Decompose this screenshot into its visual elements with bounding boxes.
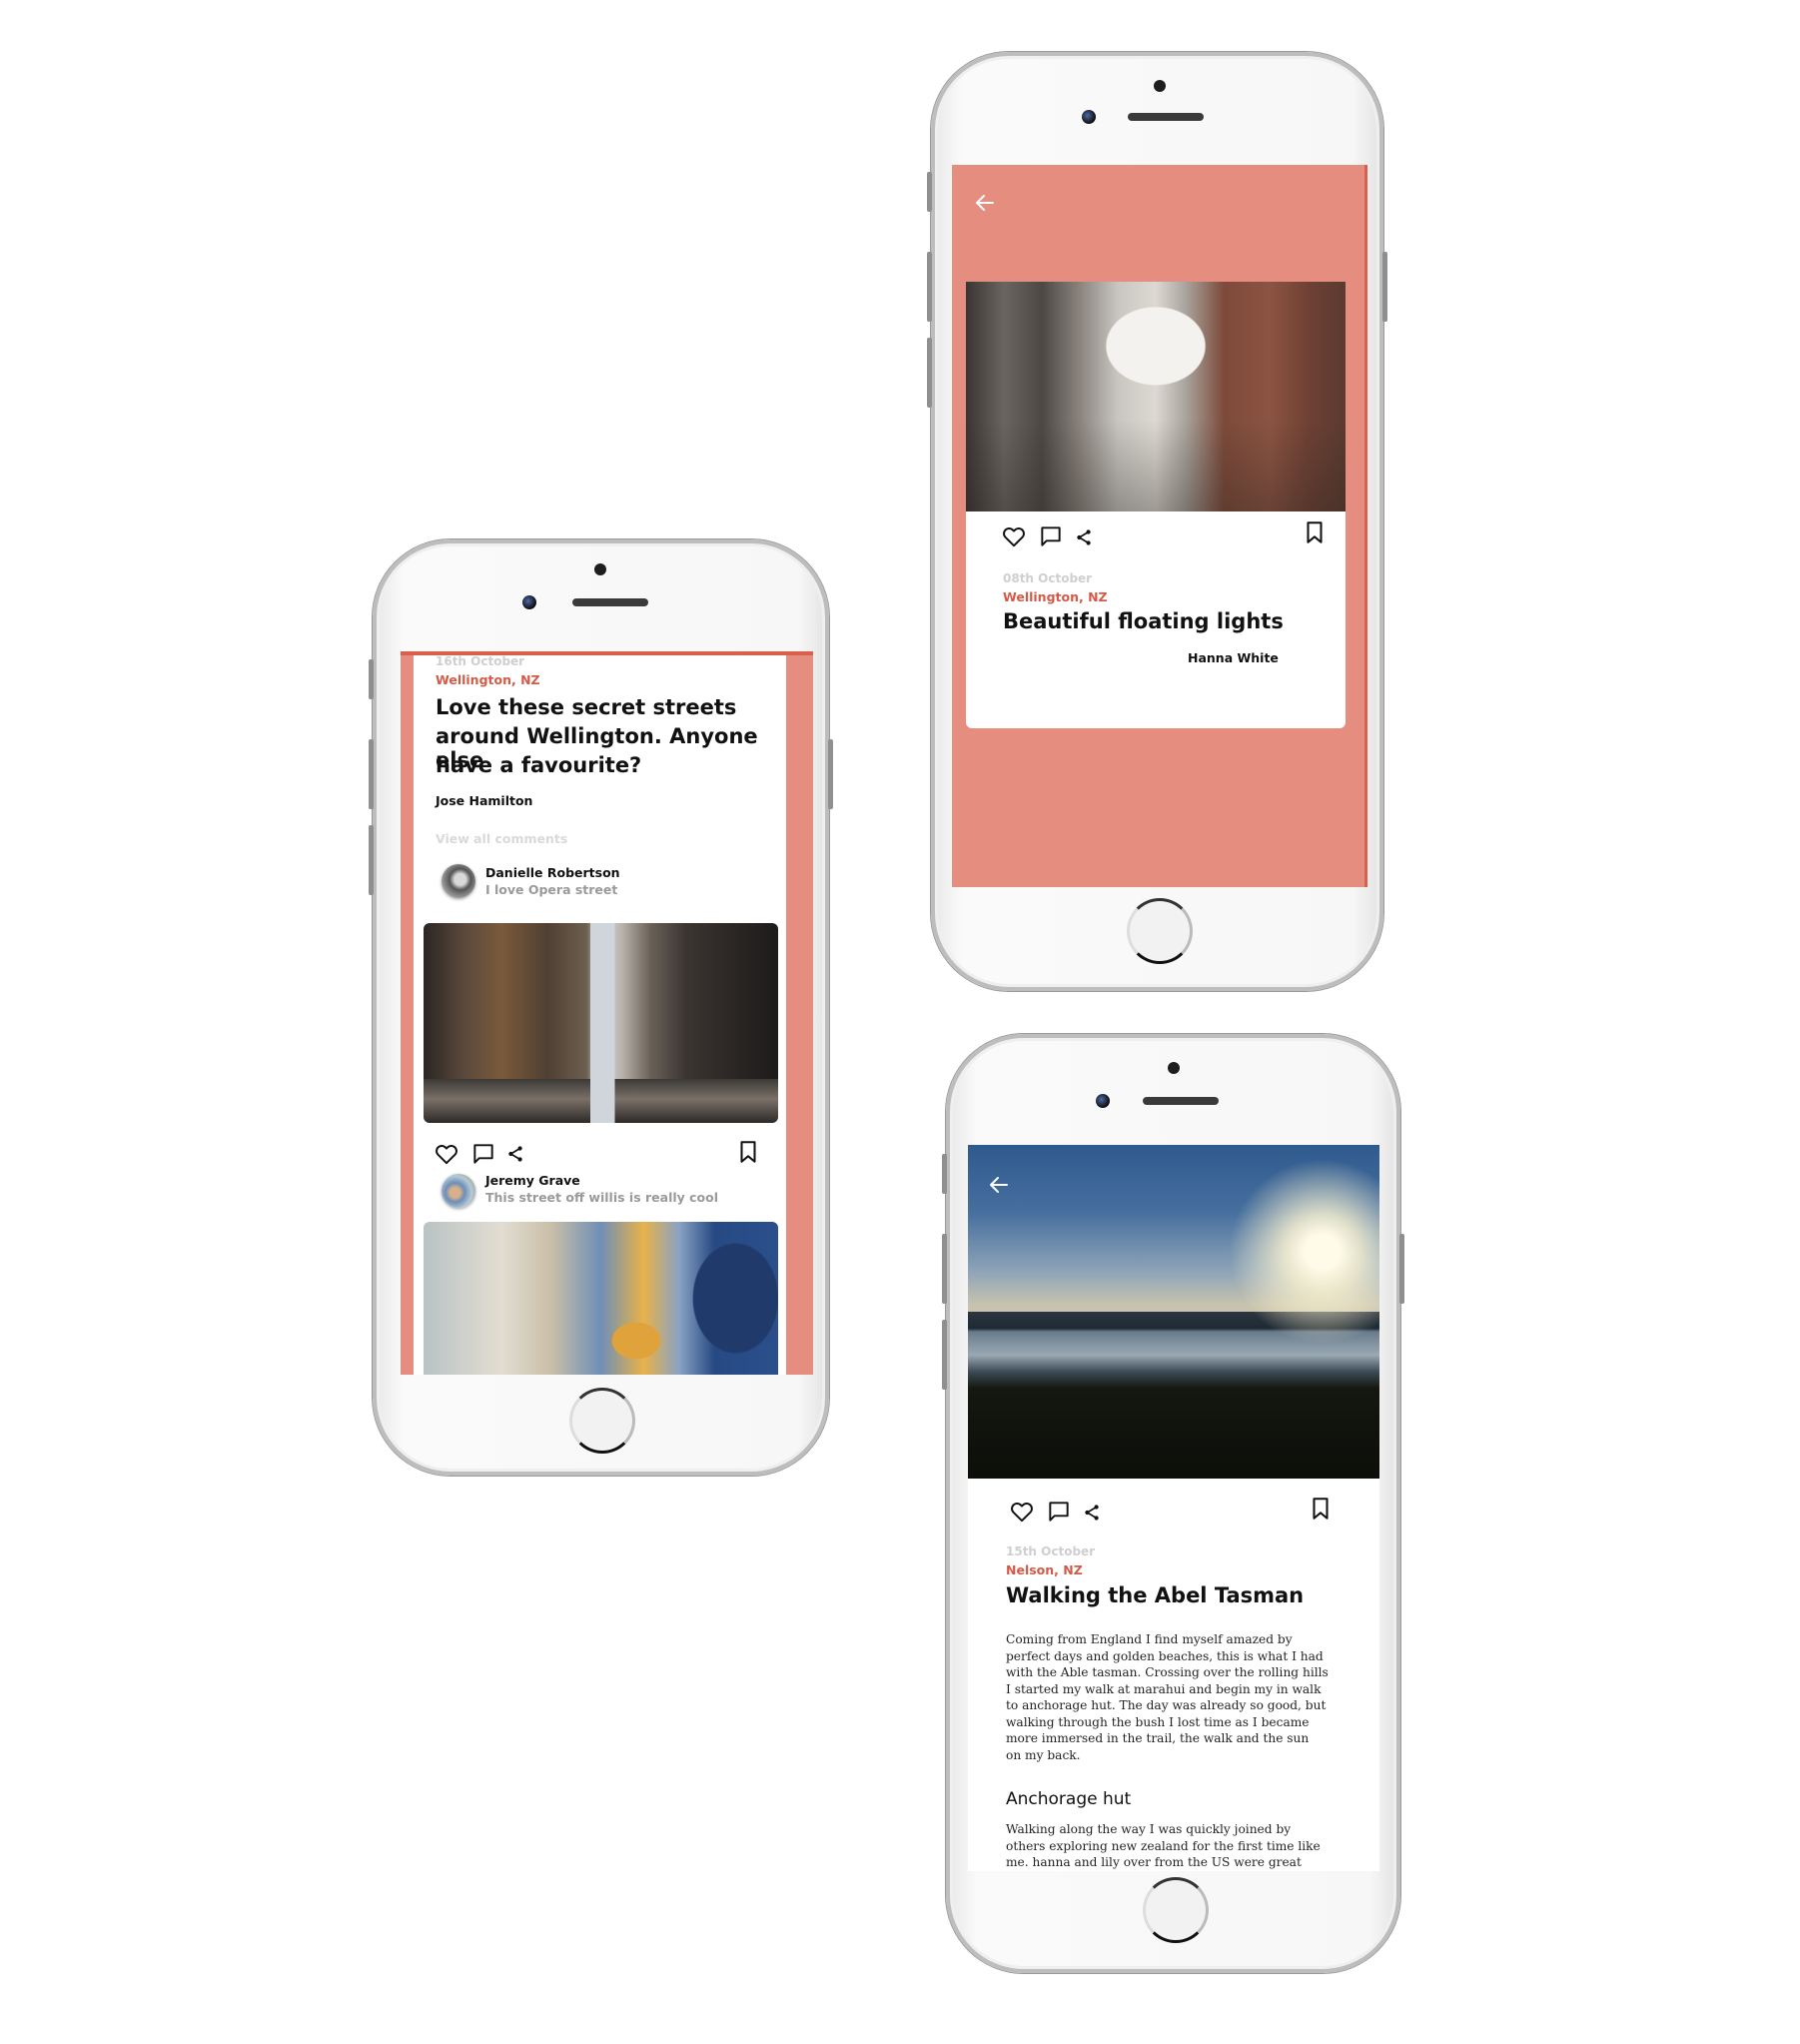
mural-photo[interactable] [424,1222,778,1375]
post-date: 16th October [436,654,525,668]
silent-switch [927,172,932,212]
post-author[interactable]: Jose Hamilton [436,793,532,808]
jeremy-avatar[interactable] [442,1174,475,1208]
comment-author[interactable]: Danielle Robertson [485,865,620,880]
paragraph-line: perfect days and golden beaches, this is… [1006,1648,1324,1663]
paragraph-line: Coming from England I find myself amazed… [1006,1632,1293,1646]
paragraph-line: with the Able tasman. Crossing over the … [1006,1665,1329,1679]
comment-text: I love Opera street [485,882,618,897]
volume-up-button [369,739,374,809]
paragraph-line: more immersed in the trail, the walk and… [1006,1731,1310,1745]
like-button[interactable] [1001,523,1027,549]
share-button[interactable] [1081,1502,1103,1524]
front-camera [522,595,536,609]
comment-text: This street off willis is really cool [485,1190,719,1205]
comment-button[interactable] [1038,523,1064,549]
alley-photo[interactable] [424,923,778,1123]
share-icon [504,1143,526,1165]
share-icon [1073,526,1095,548]
front-camera [1096,1094,1110,1108]
share-button[interactable] [1073,526,1095,548]
post-date: 15th October [1006,1544,1096,1558]
earpiece [572,598,648,606]
power-button [828,739,833,809]
back-button[interactable] [987,1173,1011,1197]
power-button [1382,252,1387,322]
abel-tasman-photo[interactable] [968,1145,1379,1479]
back-button[interactable] [973,191,997,215]
volume-down-button [369,825,374,895]
danielle-avatar[interactable] [442,864,475,898]
post-title-line-3: have a favourite? [436,753,642,777]
volume-up-button [942,1234,947,1304]
volume-down-button [927,338,932,408]
post-date: 08th October [1003,571,1093,585]
view-all-comments-link[interactable]: View all comments [436,831,567,846]
front-camera [1082,110,1096,124]
feed-screen: 16th October Wellington, NZ Love these s… [401,651,813,1375]
post-card: 16th October Wellington, NZ Love these s… [414,655,786,1375]
post-location[interactable]: Nelson, NZ [1006,1562,1083,1577]
post-author[interactable]: Hanna White [1188,650,1279,665]
detail-screen: 08th October Wellington, NZ Beautiful fl… [952,165,1367,887]
back-arrow-icon [973,191,997,215]
paragraph-line: I started my walk at marahui and begin m… [1006,1681,1322,1696]
post-card: 08th October Wellington, NZ Beautiful fl… [966,282,1346,728]
earpiece [1128,113,1204,121]
paragraph-line: walking through the bush I lost time as … [1006,1714,1310,1729]
post-location[interactable]: Wellington, NZ [436,672,540,687]
share-icon [1081,1502,1103,1524]
home-button[interactable] [1143,1877,1209,1943]
front-sensor [1168,1062,1180,1074]
earpiece [1143,1097,1219,1105]
paragraph-line: to anchorage hut. The day was already so… [1006,1698,1327,1712]
paragraph-line: me. hanna and lily over from the US were… [1006,1855,1302,1869]
like-button[interactable] [1009,1499,1035,1525]
article-title: Walking the Abel Tasman [1006,1583,1305,1607]
heart-icon [1001,523,1027,549]
power-button [1399,1234,1404,1304]
save-button[interactable] [735,1139,761,1165]
article-screen: 15th October Nelson, NZ Walking the Abel… [968,1145,1379,1871]
bookmark-icon [1302,519,1328,545]
like-button[interactable] [434,1141,459,1167]
home-button[interactable] [1127,898,1193,964]
volume-down-button [942,1320,947,1390]
comment-icon [1046,1499,1072,1525]
post-title: Beautiful floating lights [1003,609,1284,633]
post-location[interactable]: Wellington, NZ [1003,589,1108,604]
silent-switch [369,659,374,699]
comment-icon [1038,523,1064,549]
front-sensor [1154,80,1166,92]
comment-button[interactable] [470,1141,496,1167]
bookmark-icon [735,1139,761,1165]
paragraph-line: others exploring new zealand for the fir… [1006,1838,1321,1853]
home-button[interactable] [569,1388,635,1454]
paragraph-line: on my back. [1006,1747,1081,1762]
article-subheading: Anchorage hut [1006,1789,1132,1809]
floating-lights-photo[interactable] [966,282,1346,511]
heart-icon [434,1141,459,1167]
post-title-line-1: Love these secret streets [436,695,737,719]
front-sensor [594,563,606,575]
save-button[interactable] [1308,1496,1334,1522]
comment-button[interactable] [1046,1499,1072,1525]
share-button[interactable] [504,1143,526,1165]
comment-author[interactable]: Jeremy Grave [485,1173,580,1188]
volume-up-button [927,252,932,322]
comment-icon [470,1141,496,1167]
back-arrow-icon [987,1173,1011,1197]
save-button[interactable] [1302,519,1328,545]
silent-switch [942,1154,947,1194]
paragraph-line: Walking along the way I was quickly join… [1006,1822,1292,1836]
heart-icon [1009,1499,1035,1525]
bookmark-icon [1308,1496,1334,1522]
